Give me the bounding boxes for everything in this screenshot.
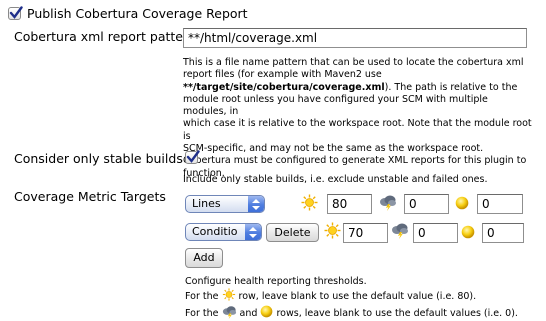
sun-icon	[222, 288, 235, 301]
stable-builds-label: Consider only stable builds	[14, 151, 183, 166]
sun-icon	[301, 194, 318, 211]
help-text: row, leave blank to use the default valu…	[238, 291, 477, 303]
help-line: SCM-specific, and may not be the same as…	[183, 143, 484, 155]
stable-builds-help: Include only stable builds, i.e. exclude…	[183, 174, 488, 185]
help-line: This is a file name pattern that can be …	[183, 57, 524, 68]
help-line: report files (for example with Maven2 us…	[183, 69, 382, 81]
storm-cloud-icon	[222, 306, 236, 320]
help-text: For the	[185, 291, 219, 303]
help-line-rest: ). The path is relative to the	[384, 81, 518, 93]
add-button[interactable]: Add	[185, 248, 223, 268]
metric-select-conditional[interactable]: Conditio	[185, 223, 262, 241]
help-line: module root unless you have configured y…	[183, 93, 488, 118]
row1-unstable-input[interactable]: 0	[477, 194, 523, 214]
sun-icon	[324, 222, 341, 239]
help-line: **/target/site/cobertura/coverage.xml). …	[183, 82, 533, 94]
metric-select-value: Lines	[192, 197, 221, 210]
publish-label: Publish Cobertura Coverage Report	[27, 6, 248, 21]
help-text: rows, leave blank to use the default val…	[276, 308, 518, 320]
row1-healthy-input[interactable]: 80	[327, 194, 372, 214]
report-pattern-help: This is a file name pattern that can be …	[183, 57, 533, 180]
select-arrows-icon	[245, 224, 261, 240]
delete-button[interactable]: Delete	[266, 223, 319, 242]
storm-cloud-icon	[380, 195, 396, 211]
metric-select-value: Conditio	[192, 225, 238, 238]
yellow-ball-icon	[455, 196, 469, 210]
help-line: For the and rows, leave blank to use the…	[185, 305, 518, 320]
report-pattern-label: Cobertura xml report pattern	[14, 29, 196, 44]
help-line: which case it is relative to the workspa…	[183, 118, 532, 142]
help-line: Configure health reporting thresholds.	[185, 276, 367, 287]
checkmark-icon	[186, 150, 200, 163]
help-bold-path: **/target/site/cobertura/coverage.xml	[183, 81, 385, 93]
yellow-ball-icon	[261, 305, 273, 318]
select-arrows-icon	[248, 196, 264, 212]
stable-builds-checkbox[interactable]	[185, 150, 200, 164]
row1-unhealthy-input[interactable]: 0	[404, 194, 449, 214]
row2-healthy-input[interactable]: 70	[343, 223, 388, 243]
row2-unhealthy-input[interactable]: 0	[413, 223, 458, 243]
help-text: and	[239, 308, 258, 320]
report-pattern-input[interactable]: **/html/coverage.xml	[183, 28, 527, 48]
metric-targets-label: Coverage Metric Targets	[14, 189, 166, 204]
metric-targets-help: Configure health reporting thresholds. F…	[185, 276, 518, 321]
checkmark-icon	[9, 6, 23, 19]
help-text: For the	[185, 308, 219, 320]
publish-checkbox[interactable]	[8, 6, 23, 20]
row2-unstable-input[interactable]: 0	[482, 223, 524, 243]
metric-select-lines[interactable]: Lines	[185, 195, 265, 213]
help-line: For the row, leave blank to use the defa…	[185, 288, 518, 303]
help-line: Cobertura must be configured to generate…	[183, 155, 527, 167]
storm-cloud-icon	[392, 223, 408, 239]
yellow-ball-icon	[461, 225, 475, 239]
